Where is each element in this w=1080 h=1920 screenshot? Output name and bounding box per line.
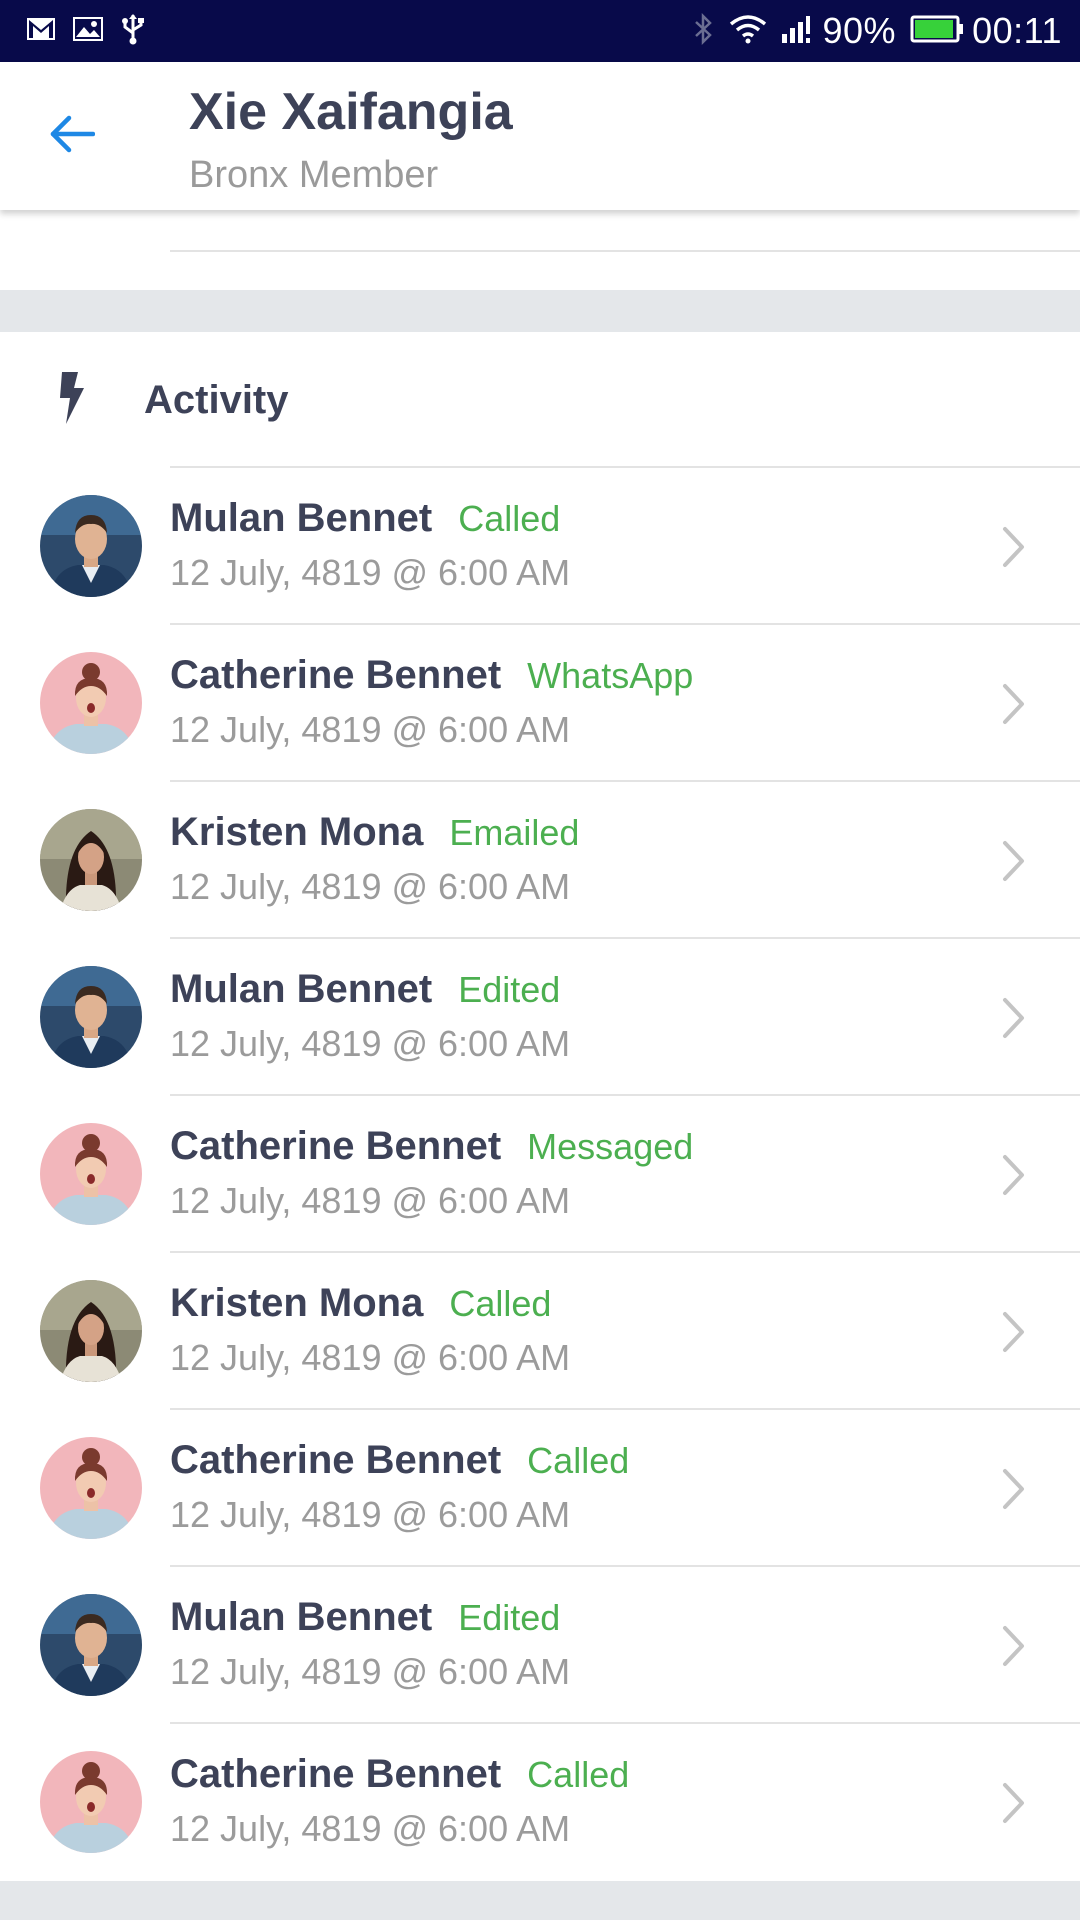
action-label: Edited (458, 1597, 561, 1638)
activity-date: 12 July, 4819 @ 6:00 AM (170, 709, 571, 750)
bluetooth-icon (693, 12, 715, 50)
image-icon (72, 16, 104, 47)
person-name: Kristen Mona (170, 1281, 424, 1325)
activity-screen: 90% 00:11 Xie Xaifangia Bronx Member Act… (0, 0, 1080, 1920)
chevron-right-icon (1003, 1469, 1024, 1509)
avatar (40, 1751, 142, 1853)
activity-title: Activity (144, 378, 289, 422)
battery-icon (910, 15, 964, 48)
activity-list: Mulan Bennet Called 12 July, 4819 @ 6:00 A… (0, 468, 1080, 1881)
divider (170, 250, 1080, 252)
battery-percent: 90% (822, 10, 897, 51)
activity-date: 12 July, 4819 @ 6:00 AM (170, 866, 571, 907)
activity-date: 12 July, 4819 @ 6:00 AM (170, 552, 571, 593)
activity-row-heading: Kristen Mona Emailed (170, 810, 579, 855)
action-label: Messaged (527, 1126, 694, 1167)
chevron-right-icon (1003, 1155, 1024, 1195)
activity-row[interactable]: Kristen Mona Called 12 July, 4819 @ 6:00 A… (0, 1253, 1080, 1410)
status-bar-system: 90% 00:11 (679, 10, 1062, 52)
contact-membership: Bronx Member (189, 154, 439, 196)
activity-row[interactable]: Mulan Bennet Edited 12 July, 4819 @ 6:00 A… (0, 1567, 1080, 1724)
activity-row[interactable]: Catherine Bennet WhatsApp 12 July, 4819 @ … (0, 625, 1080, 782)
contact-name: Xie Xaifangia (189, 83, 513, 141)
clock: 00:11 (972, 10, 1062, 51)
avatar (40, 809, 142, 911)
activity-row-heading: Mulan Bennet Edited (170, 1595, 560, 1640)
activity-row-heading: Catherine Bennet Called (170, 1438, 629, 1483)
chevron-right-icon (1003, 1783, 1024, 1823)
activity-row-heading: Catherine Bennet Messaged (170, 1124, 693, 1169)
lightning-bolt-icon (60, 372, 84, 424)
person-name: Catherine Bennet (170, 1438, 502, 1482)
avatar (40, 1280, 142, 1382)
chevron-right-icon (1003, 684, 1024, 724)
activity-row[interactable]: Catherine Bennet Called 12 July, 4819 @ 6:… (0, 1724, 1080, 1881)
activity-section-header: Activity (0, 332, 1080, 468)
chevron-right-icon (1003, 1626, 1024, 1666)
activity-row-heading: Mulan Bennet Edited (170, 967, 560, 1012)
section-separator (0, 1881, 1080, 1920)
section-separator (0, 290, 1080, 332)
action-label: Emailed (449, 812, 580, 853)
person-name: Catherine Bennet (170, 653, 502, 697)
avatar (40, 652, 142, 754)
activity-date: 12 July, 4819 @ 6:00 AM (170, 1180, 571, 1221)
chevron-right-icon (1003, 1312, 1024, 1352)
activity-row[interactable]: Mulan Bennet Edited 12 July, 4819 @ 6:00 A… (0, 939, 1080, 1096)
activity-date: 12 July, 4819 @ 6:00 AM (170, 1651, 571, 1692)
usb-icon (120, 13, 146, 50)
activity-row[interactable]: Mulan Bennet Called 12 July, 4819 @ 6:00 A… (0, 468, 1080, 625)
activity-date: 12 July, 4819 @ 6:00 AM (170, 1494, 571, 1535)
action-label: Called (527, 1754, 630, 1795)
avatar (40, 966, 142, 1068)
activity-row[interactable]: Kristen Mona Emailed 12 July, 4819 @ 6:00 … (0, 782, 1080, 939)
person-name: Catherine Bennet (170, 1124, 502, 1168)
person-name: Mulan Bennet (170, 1595, 433, 1639)
activity-date: 12 July, 4819 @ 6:00 AM (170, 1023, 571, 1064)
app-header: Xie Xaifangia Bronx Member (0, 62, 1080, 210)
avatar (40, 1437, 142, 1539)
person-name: Mulan Bennet (170, 967, 433, 1011)
activity-date: 12 July, 4819 @ 6:00 AM (170, 1337, 571, 1378)
wifi-icon (729, 14, 767, 49)
gmail-icon (26, 16, 56, 47)
activity-row-heading: Mulan Bennet Called (170, 496, 560, 541)
previous-section-remnant (0, 210, 1080, 290)
action-label: WhatsApp (527, 655, 694, 696)
back-button[interactable] (42, 104, 102, 164)
activity-row[interactable]: Catherine Bennet Called 12 July, 4819 @ 6:… (0, 1410, 1080, 1567)
person-name: Mulan Bennet (170, 496, 433, 540)
chevron-right-icon (1003, 841, 1024, 881)
avatar (40, 1594, 142, 1696)
chevron-right-icon (1003, 527, 1024, 567)
activity-row-heading: Catherine Bennet WhatsApp (170, 653, 693, 698)
avatar (40, 495, 142, 597)
activity-row-heading: Catherine Bennet Called (170, 1752, 629, 1797)
person-name: Catherine Bennet (170, 1752, 502, 1796)
avatar (40, 1123, 142, 1225)
action-label: Called (458, 498, 561, 539)
signal-icon (781, 14, 815, 49)
back-arrow-icon (50, 115, 95, 153)
status-bar: 90% 00:11 (0, 0, 1080, 62)
status-bar-notifications (26, 13, 162, 50)
person-name: Kristen Mona (170, 810, 424, 854)
activity-row-heading: Kristen Mona Called (170, 1281, 551, 1326)
action-label: Called (449, 1283, 552, 1324)
activity-row[interactable]: Catherine Bennet Messaged 12 July, 4819 @ … (0, 1096, 1080, 1253)
action-label: Called (527, 1440, 630, 1481)
chevron-right-icon (1003, 998, 1024, 1038)
action-label: Edited (458, 969, 561, 1010)
activity-date: 12 July, 4819 @ 6:00 AM (170, 1808, 571, 1849)
